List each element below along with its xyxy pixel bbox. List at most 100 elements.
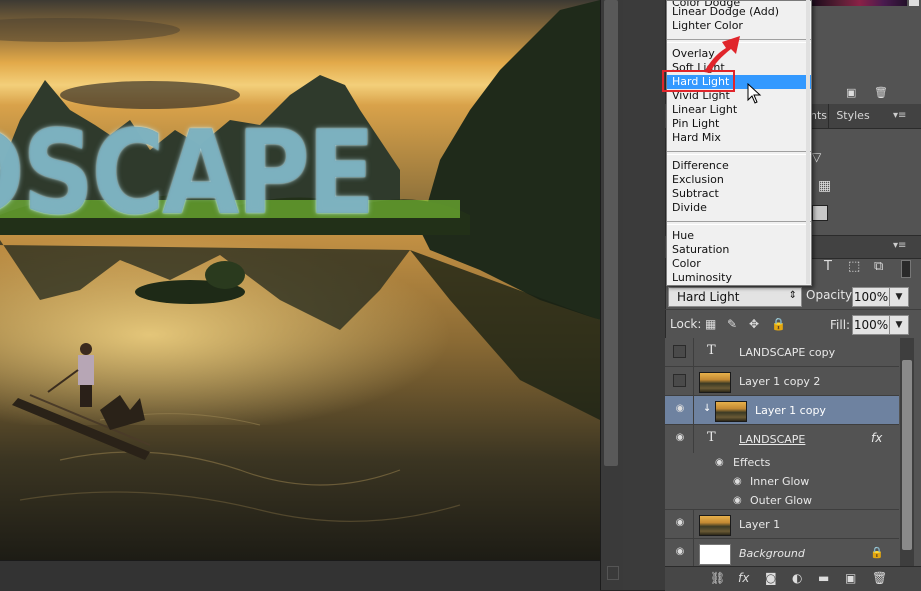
effect-row[interactable]: ◉ Inner Glow — [665, 472, 899, 491]
adjustment-triangle-icon[interactable]: ▽ — [812, 150, 838, 166]
layer-name: Layer 1 copy — [755, 404, 826, 417]
document-canvas[interactable]: DSCAPE — [0, 0, 600, 560]
layer-row[interactable]: ◉ T LANDSCAPE fx — [665, 425, 899, 453]
layer-name: Layer 1 — [739, 518, 781, 531]
text-layer-icon: T — [707, 430, 716, 445]
visibility-toggle-off[interactable] — [673, 345, 686, 358]
fill-field[interactable]: 100% — [852, 315, 890, 335]
opacity-field[interactable]: 100% — [852, 287, 890, 307]
eye-column-divider — [693, 367, 694, 395]
panel-icon-row: ▣ 🗑 — [838, 86, 918, 102]
effects-row[interactable]: ◉ Effects — [665, 453, 899, 472]
fill-dropdown-button[interactable]: ▼ — [889, 315, 909, 335]
tab-styles[interactable]: Styles — [828, 104, 877, 128]
landscape-overlay-text: DSCAPE — [0, 106, 375, 241]
layer-name: LANDSCAPE — [739, 433, 806, 446]
swatch-end[interactable] — [909, 0, 919, 6]
menu-item[interactable]: Subtract — [667, 187, 811, 201]
tab-adjustments[interactable]: nts — [810, 104, 828, 128]
visibility-toggle-off[interactable] — [673, 374, 686, 387]
opacity-dropdown-button[interactable]: ▼ — [889, 287, 909, 307]
layer-thumbnail — [699, 515, 731, 536]
eye-column-divider — [693, 510, 694, 538]
clipping-arrow-icon: ↓ — [703, 403, 712, 414]
annotation-arrow-icon — [704, 36, 740, 73]
menu-item[interactable]: Luminosity — [667, 271, 811, 285]
blend-mode-select[interactable]: Hard Light ⇕ — [668, 287, 802, 307]
layer-name: Layer 1 copy 2 — [739, 375, 821, 388]
panel-menu-icon[interactable]: ▾≡ — [893, 110, 907, 122]
divider — [665, 309, 921, 310]
menu-item[interactable]: Saturation — [667, 243, 811, 257]
menu-item[interactable]: Pin Light — [667, 117, 811, 131]
menu-item[interactable]: Hard Mix — [667, 131, 811, 145]
layer-row[interactable]: T LANDSCAPE copy — [665, 338, 899, 367]
effect-name: Inner Glow — [750, 475, 810, 488]
shape-filter-icon[interactable]: ⬚ — [848, 259, 860, 274]
layers-scroll-thumb[interactable] — [902, 360, 912, 550]
grid-icon[interactable]: ▦ — [818, 178, 838, 196]
opacity-label: Opacity: — [806, 288, 856, 302]
lock-all-icon[interactable]: 🔒 — [771, 317, 786, 331]
link-layers-icon[interactable]: ⛓ — [710, 571, 725, 585]
text-layer-icon: T — [707, 343, 716, 358]
layer-thumbnail — [699, 544, 731, 565]
layer-name: LANDSCAPE copy — [739, 346, 836, 359]
effect-name: Outer Glow — [750, 494, 813, 507]
lock-transparent-pixels-icon[interactable]: ▦ — [705, 317, 716, 331]
eye-icon[interactable]: ◉ — [673, 547, 687, 557]
effect-row[interactable]: ◉ Outer Glow — [665, 491, 899, 510]
swatches-strip[interactable] — [812, 0, 907, 6]
eye-icon[interactable]: ◉ — [673, 518, 687, 528]
adjustment-layer-icon[interactable]: ◐ — [792, 571, 802, 585]
effects-label: Effects — [733, 456, 771, 469]
select-arrows-icon: ⇕ — [788, 290, 797, 301]
layer-thumbnail — [715, 401, 747, 422]
eye-icon[interactable]: ◉ — [715, 457, 724, 468]
new-group-icon[interactable]: ▬ — [818, 571, 829, 585]
menu-item[interactable]: Exclusion — [667, 173, 811, 187]
filter-toggle[interactable] — [901, 260, 911, 278]
menu-separator — [667, 221, 811, 225]
smart-object-filter-icon[interactable]: ⧉ — [874, 259, 883, 274]
new-layer-icon[interactable]: ▣ — [845, 571, 856, 585]
menu-item[interactable]: Lighter Color — [667, 19, 811, 33]
scroll-corner — [607, 566, 619, 580]
menu-item[interactable]: Hue — [667, 229, 811, 243]
fx-icon[interactable]: fx — [871, 431, 882, 445]
lock-label: Lock: — [670, 317, 702, 331]
layer-row[interactable]: ◉ Layer 1 — [665, 510, 899, 539]
menu-item[interactable]: Linear Light — [667, 103, 811, 117]
add-mask-icon[interactable]: ◙ — [765, 571, 777, 585]
layers-panel-menu-icon[interactable]: ▾≡ — [893, 240, 906, 251]
delete-layer-icon[interactable]: 🗑 — [872, 571, 887, 585]
eye-icon[interactable]: ◉ — [673, 433, 687, 443]
lock-position-icon[interactable]: ✥ — [749, 317, 759, 331]
eye-column-divider — [693, 338, 694, 366]
menu-item[interactable]: Divide — [667, 201, 811, 215]
eye-icon[interactable]: ◉ — [733, 495, 742, 506]
canvas-horizontal-scrollbar[interactable] — [0, 560, 600, 591]
trash-icon[interactable]: 🗑 — [874, 86, 888, 99]
lock-icon: 🔒 — [870, 546, 884, 559]
canvas-scroll-thumb[interactable] — [604, 0, 618, 466]
layer-row[interactable]: Layer 1 copy 2 — [665, 367, 899, 396]
menu-item[interactable]: Linear Dodge (Add) — [667, 5, 811, 19]
layer-row-selected[interactable]: ◉ ↓ Layer 1 copy — [665, 396, 899, 425]
add-style-icon[interactable]: fx — [738, 571, 749, 585]
eye-icon[interactable]: ◉ — [673, 404, 687, 414]
text-filter-icon[interactable]: T — [824, 259, 832, 274]
eye-icon[interactable]: ◉ — [733, 476, 742, 487]
layers-list: T LANDSCAPE copy Layer 1 copy 2 ◉ ↓ Laye… — [665, 338, 899, 568]
swatch-icon[interactable] — [812, 205, 828, 221]
eye-column-divider — [693, 539, 694, 567]
layer-name: Background — [739, 547, 805, 560]
mouse-cursor-icon — [747, 83, 762, 104]
new-swatch-icon[interactable]: ▣ — [846, 86, 856, 99]
lock-image-pixels-icon[interactable]: ✎ — [727, 317, 737, 331]
layer-row[interactable]: ◉ Background 🔒 — [665, 539, 899, 568]
layers-footer: ⛓ fx ◙ ◐ ▬ ▣ 🗑 — [665, 566, 921, 591]
menu-item[interactable]: Difference — [667, 159, 811, 173]
menu-item[interactable]: Color — [667, 257, 811, 271]
menu-separator — [667, 151, 811, 155]
